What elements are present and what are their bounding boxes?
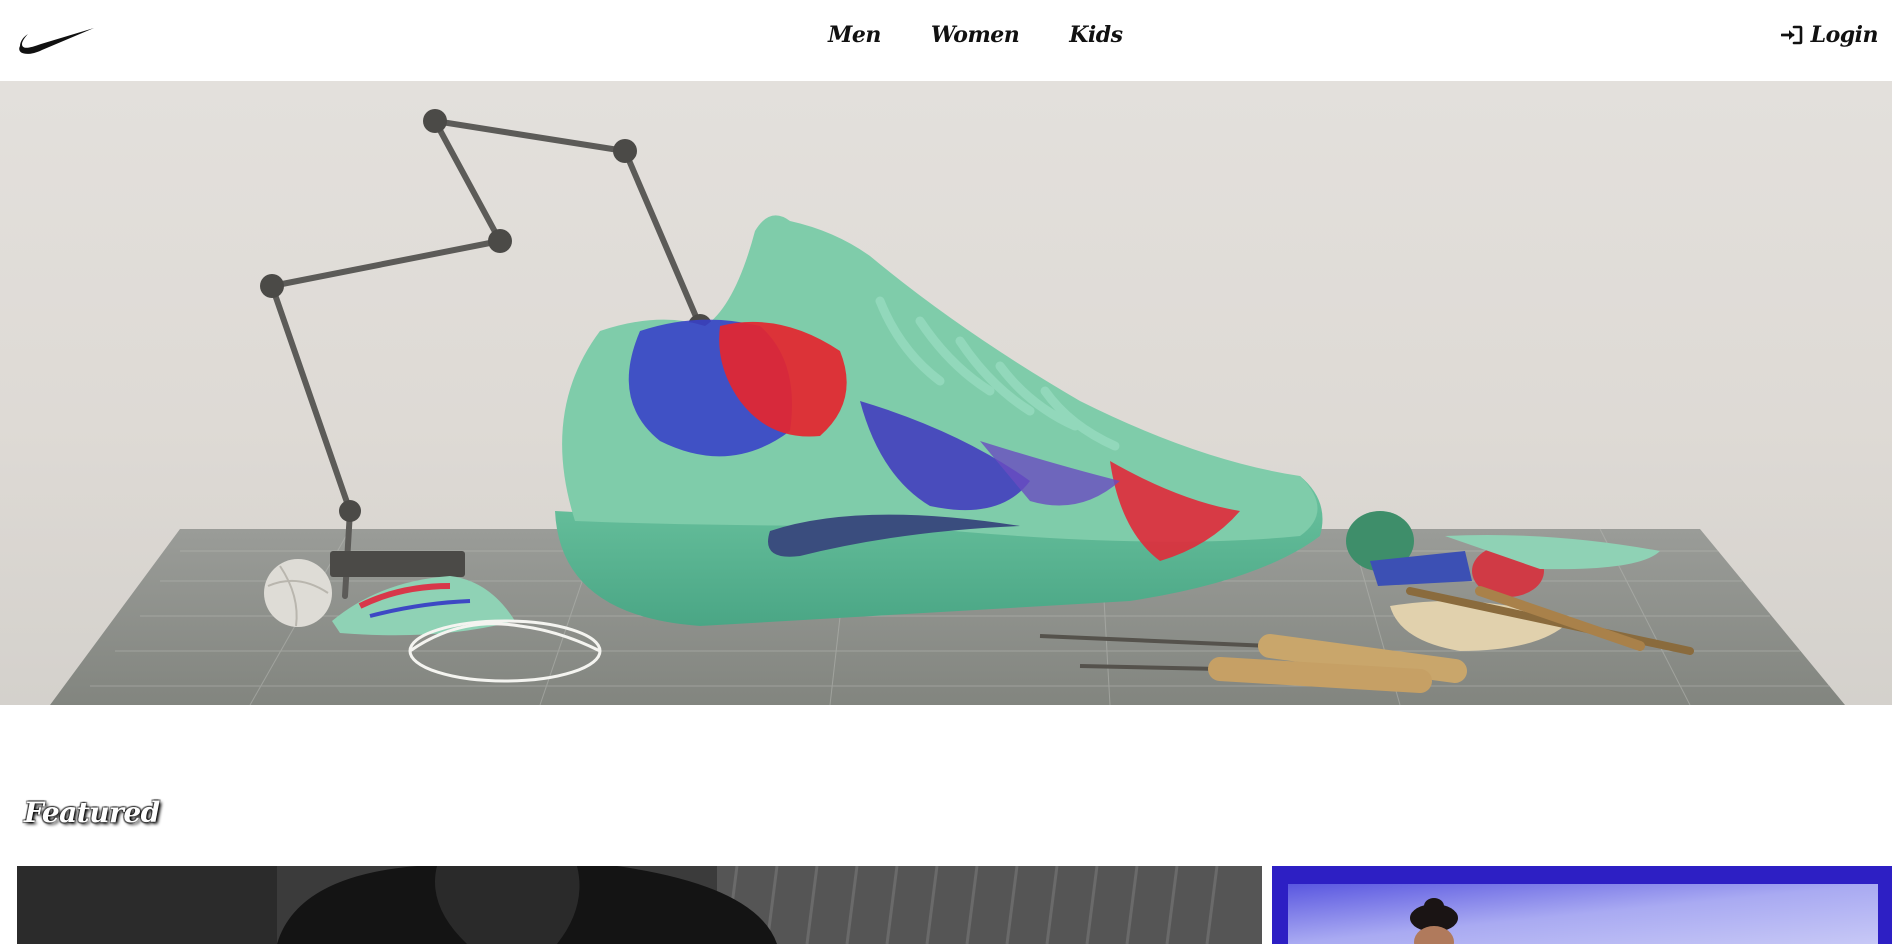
login-button[interactable]: Login — [1780, 22, 1879, 48]
hero-banner[interactable] — [0, 81, 1892, 705]
sign-in-icon — [1780, 25, 1802, 45]
black-and-white-athlete-photo — [17, 866, 1262, 944]
featured-card[interactable] — [1272, 866, 1892, 944]
basketball-shoe-on-cutting-mat-hero-image — [50, 109, 1845, 705]
nav-women-link[interactable]: Women — [931, 22, 1020, 48]
person-on-purple-blue-background-photo — [1272, 866, 1892, 944]
nav-kids-link[interactable]: Kids — [1069, 22, 1123, 48]
page: Men Women Kids Login Featured — [0, 0, 1892, 944]
featured-heading: Featured — [24, 796, 160, 829]
swoosh-logo-icon[interactable] — [18, 24, 94, 54]
featured-card[interactable] — [17, 866, 1262, 944]
nav-men-link[interactable]: Men — [828, 22, 881, 48]
main-nav: Men Women Kids — [828, 22, 1123, 48]
login-label: Login — [1810, 22, 1879, 48]
site-header: Men Women Kids Login — [0, 0, 1892, 81]
